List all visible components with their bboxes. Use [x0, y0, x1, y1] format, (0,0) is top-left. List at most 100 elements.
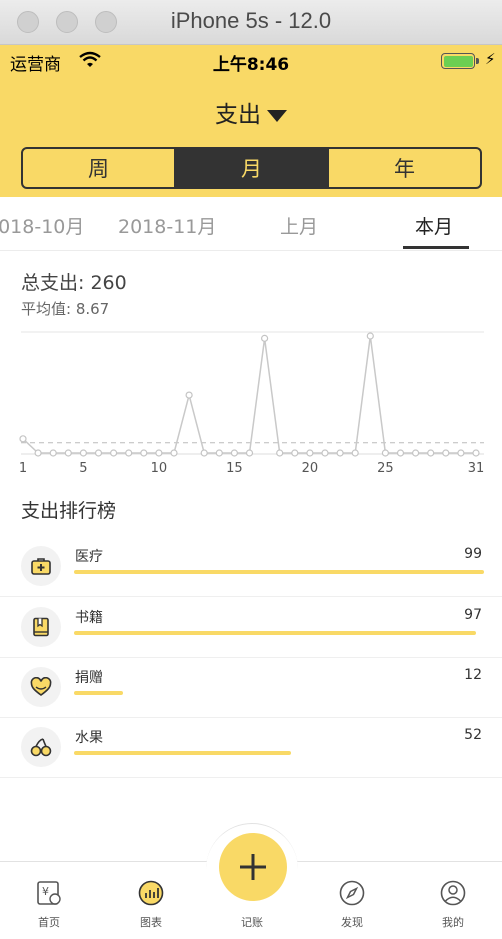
medical-kit-icon	[21, 546, 61, 586]
ranking-bar	[74, 751, 291, 755]
data-point	[170, 449, 178, 457]
data-point	[200, 449, 208, 457]
battery-icon	[441, 53, 475, 69]
app-header: 运营商 上午8:46 ⚡ 支出 周 月 年	[0, 45, 502, 197]
segment-year[interactable]: 年	[327, 149, 480, 187]
data-point	[472, 449, 480, 457]
tab-last-month[interactable]: 上月	[280, 212, 318, 239]
data-point	[351, 449, 359, 457]
x-axis-tick-labels: 1 5 10 15 20 25 31	[19, 461, 484, 476]
daily-expense-line-chart: 1 5 10 15 20 25 31	[19, 331, 484, 476]
data-point	[34, 449, 42, 457]
ranking-bar	[74, 631, 476, 635]
tab-2018-11[interactable]: 2018-11月	[118, 212, 216, 239]
x-tick-label: 10	[151, 461, 168, 476]
ranking-value: 97	[464, 607, 482, 623]
data-point	[19, 435, 27, 443]
donation-heart-icon	[21, 667, 61, 707]
battery-cap	[476, 58, 479, 64]
data-point	[230, 449, 238, 457]
data-point	[306, 449, 314, 457]
data-point	[321, 449, 329, 457]
segment-month[interactable]: 月	[174, 149, 327, 187]
data-point	[215, 449, 223, 457]
tab-mine[interactable]: 我的	[423, 880, 483, 930]
ranking-name: 捐赠	[75, 670, 103, 686]
data-point	[155, 449, 163, 457]
data-point	[109, 449, 118, 457]
user-icon	[440, 880, 466, 906]
window-titlebar: iPhone 5s - 12.0	[0, 0, 502, 45]
data-point	[49, 449, 57, 457]
tab-home-label: 首页	[38, 916, 60, 929]
ranking-value: 52	[464, 727, 482, 743]
data-point	[276, 449, 284, 457]
ledger-icon: ¥	[37, 881, 61, 905]
chart-icon	[138, 880, 164, 906]
svg-text:¥: ¥	[42, 885, 49, 898]
data-point	[245, 449, 254, 457]
caret-down-icon	[267, 109, 287, 122]
data-point	[94, 449, 103, 457]
x-tick-label: 25	[377, 461, 394, 476]
ranking-name: 水果	[75, 730, 103, 746]
tab-charts-label: 图表	[140, 916, 162, 929]
x-tick-label: 15	[226, 461, 243, 476]
type-dropdown[interactable]: 支出	[0, 95, 502, 129]
ranking-name: 医疗	[75, 549, 103, 565]
plus-icon	[240, 854, 266, 880]
data-point	[396, 449, 405, 457]
x-tick-label: 5	[79, 461, 87, 476]
data-point	[412, 449, 420, 457]
data-point	[442, 449, 450, 457]
ranking-row-donation[interactable]: 捐赠 12	[0, 657, 502, 718]
data-point	[125, 449, 133, 457]
data-point	[291, 449, 299, 457]
month-tabs: 2018-10月 2018-11月 上月 本月	[0, 198, 502, 251]
data-point	[366, 332, 374, 340]
ranking-title: 支出排行榜	[21, 500, 117, 522]
ranking-row-medical[interactable]: 医疗 99	[0, 536, 502, 597]
compass-icon	[339, 880, 365, 906]
cherry-icon	[21, 727, 61, 767]
tab-discover-label: 发现	[341, 916, 363, 929]
data-point	[457, 449, 465, 457]
charging-icon: ⚡	[485, 50, 496, 68]
ranking-value: 12	[464, 667, 482, 683]
ranking-row-books[interactable]: 书籍 97	[0, 597, 502, 658]
x-tick-label: 20	[302, 461, 319, 476]
series-points	[19, 332, 480, 457]
data-point	[427, 449, 435, 457]
data-point	[381, 449, 389, 457]
tab-discover[interactable]: 发现	[322, 880, 382, 930]
data-point	[185, 391, 193, 399]
ranking-value: 99	[464, 546, 482, 562]
window-title: iPhone 5s - 12.0	[170, 8, 332, 33]
ranking-bar	[74, 691, 123, 695]
tab-mine-label: 我的	[442, 916, 464, 929]
tab-active-indicator	[403, 246, 469, 249]
data-point	[336, 449, 344, 457]
segment-week[interactable]: 周	[23, 149, 174, 187]
ranking-bar	[74, 570, 484, 574]
tab-this-month[interactable]: 本月	[415, 212, 453, 239]
page-title: 支出	[215, 102, 261, 128]
data-point	[79, 449, 88, 457]
data-point	[261, 334, 269, 342]
x-tick-label: 31	[468, 461, 485, 476]
status-time: 上午8:46	[212, 55, 290, 75]
average-value: 平均值: 8.67	[21, 300, 110, 318]
data-point	[64, 449, 72, 457]
x-tick-label: 1	[19, 461, 27, 476]
ranking-name: 书籍	[75, 610, 103, 626]
ranking-row-fruit[interactable]: 水果 52	[0, 717, 502, 778]
status-bar: 运营商 上午8:46 ⚡	[0, 45, 502, 75]
tab-2018-10[interactable]: 2018-10月	[0, 212, 84, 239]
data-point	[140, 449, 148, 457]
tab-charts[interactable]: 图表	[121, 880, 181, 930]
book-icon	[21, 607, 61, 647]
add-record-button[interactable]	[219, 833, 287, 901]
tab-home[interactable]: ¥ 首页	[19, 880, 79, 930]
add-record-label: 记账	[241, 916, 263, 929]
period-segmented-control: 周 月 年	[21, 147, 482, 189]
